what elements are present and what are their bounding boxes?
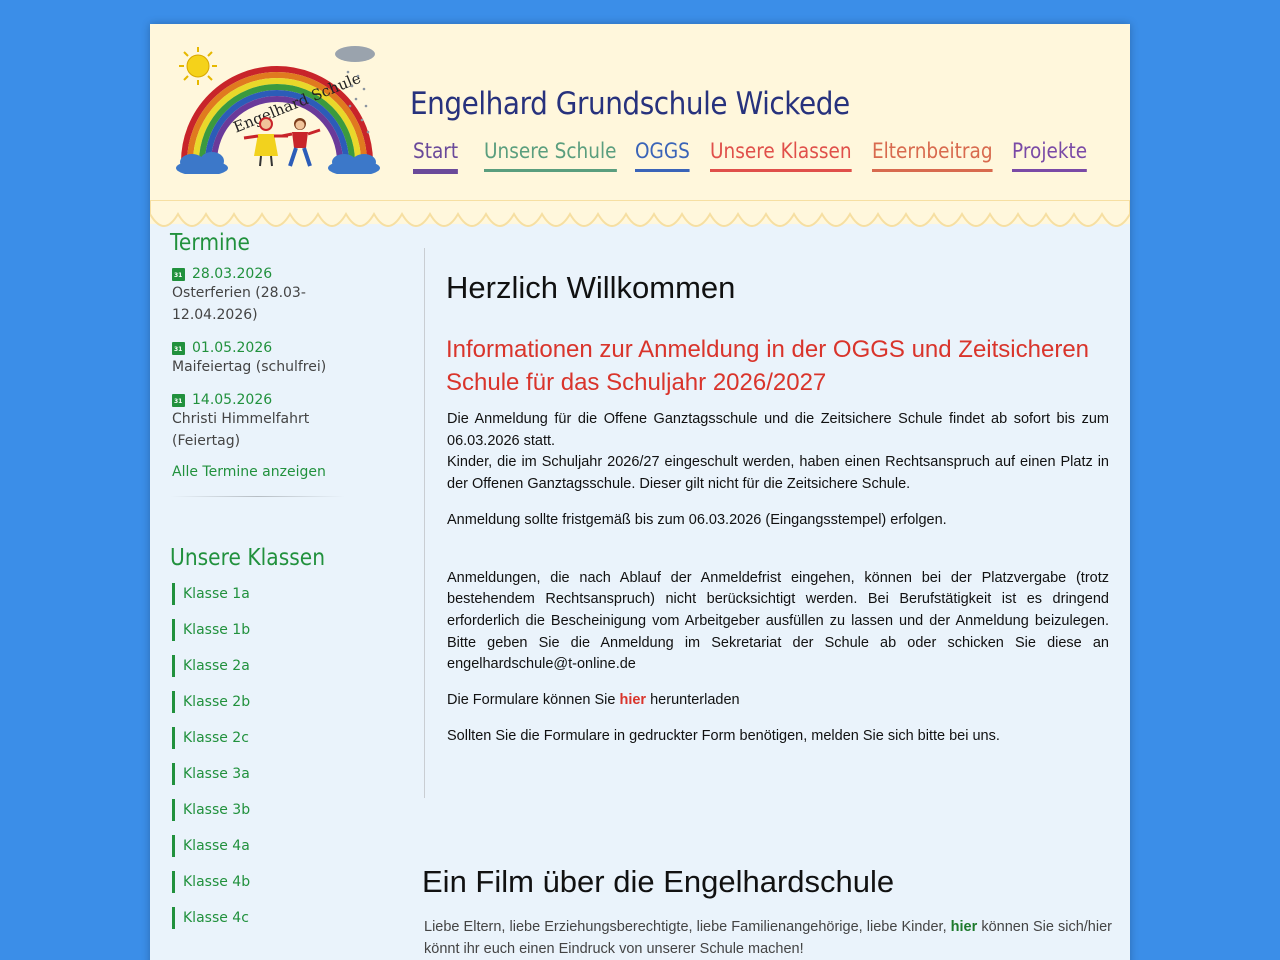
info-paragraph: Anmeldung sollte fristgemäß bis zum 06.0… xyxy=(447,511,947,528)
class-link-2a[interactable]: Klasse 2a xyxy=(172,655,350,677)
event-date: 28.03.2026 xyxy=(192,266,273,282)
info-text: Kinder, die im Schuljahr 2026/27 eingesc… xyxy=(447,454,1109,493)
all-events-link[interactable]: Alle Termine anzeigen xyxy=(172,464,350,480)
class-link-4b[interactable]: Klasse 4b xyxy=(172,871,350,893)
event-text: Maifeiertag (schulfrei) xyxy=(172,359,327,375)
class-link-2b[interactable]: Klasse 2b xyxy=(172,691,350,713)
calendar-icon xyxy=(172,267,185,281)
film-heading: Ein Film über die Engelhardschule xyxy=(422,864,895,899)
film-link[interactable]: hier xyxy=(951,919,978,935)
class-link-1a[interactable]: Klasse 1a xyxy=(172,583,350,605)
film-text: Liebe Eltern, liebe Erziehungsberechtigt… xyxy=(424,919,951,935)
class-link-2c[interactable]: Klasse 2c xyxy=(172,727,350,749)
info-paragraph: Die Anmeldung für die Offene Ganztagssch… xyxy=(447,409,1109,496)
class-link-3a[interactable]: Klasse 3a xyxy=(172,763,350,785)
nav-unsere-klassen[interactable]: Unsere Klassen xyxy=(710,139,852,172)
sun-icon xyxy=(179,47,217,85)
event-date: 01.05.2026 xyxy=(192,340,273,356)
site-title: Engelhard Grundschule Wickede xyxy=(410,86,850,122)
film-paragraph: Liebe Eltern, liebe Erziehungsberechtigt… xyxy=(424,917,1112,960)
termine-heading: Termine xyxy=(170,230,250,256)
school-logo[interactable]: Engelhard Schule xyxy=(172,44,382,174)
nav-oggs[interactable]: OGGS xyxy=(635,139,690,172)
nav-projekte[interactable]: Projekte xyxy=(1012,139,1088,172)
event-item: 28.03.2026 Osterferien (28.03-12.04.2026… xyxy=(172,266,350,326)
info-paragraph: Die Formulare können Sie hier herunterla… xyxy=(447,690,1109,712)
class-link-3b[interactable]: Klasse 3b xyxy=(172,799,350,821)
sidebar: Termine 28.03.2026 Osterferien (28.03-12… xyxy=(170,230,350,943)
event-date: 14.05.2026 xyxy=(192,392,273,408)
event-item: 01.05.2026 Maifeiertag (schulfrei) xyxy=(172,340,350,378)
film-section: Ein Film über die Engelhardschule Liebe … xyxy=(422,864,1112,960)
info-body: Die Anmeldung für die Offene Ganztagssch… xyxy=(447,409,1109,761)
site-header: Engelhard Schule Engelhard Grundschule W… xyxy=(150,24,1130,224)
nav-start[interactable]: Start xyxy=(413,139,459,174)
event-item: 14.05.2026 Christi Himmelfahrt (Feiertag… xyxy=(172,392,350,452)
info-text: herunterladen xyxy=(646,692,740,709)
info-text: Die Anmeldung für die Offene Ganztagssch… xyxy=(447,411,1109,449)
nav-elternbeitrag[interactable]: Elternbeitrag xyxy=(872,139,993,172)
welcome-heading: Herzlich Willkommen xyxy=(446,270,736,305)
class-link-1b[interactable]: Klasse 1b xyxy=(172,619,350,641)
nav-unsere-schule[interactable]: Unsere Schule xyxy=(484,139,617,172)
info-paragraph: Anmeldungen, die nach Ablauf der Anmelde… xyxy=(447,569,1109,673)
divider xyxy=(170,496,345,497)
klassen-heading: Unsere Klassen xyxy=(170,545,326,571)
info-heading: Informationen zur Anmeldung in der OGGS … xyxy=(446,336,1090,396)
calendar-icon xyxy=(172,341,185,355)
class-link-4a[interactable]: Klasse 4a xyxy=(172,835,350,857)
event-text: Christi Himmelfahrt (Feiertag) xyxy=(172,411,310,449)
cloud-icon xyxy=(176,152,380,174)
class-link-4c[interactable]: Klasse 4c xyxy=(172,907,350,929)
info-paragraph: Sollten Sie die Formulare in gedruckter … xyxy=(447,727,1000,744)
event-text: Osterferien (28.03-12.04.2026) xyxy=(172,285,306,323)
forms-download-link[interactable]: hier xyxy=(619,692,646,708)
calendar-icon xyxy=(172,393,185,407)
main-content: Herzlich Willkommen Informationen zur An… xyxy=(424,248,1114,798)
page-container: Engelhard Schule Engelhard Grundschule W… xyxy=(150,24,1130,960)
info-text: Die Formulare können Sie xyxy=(447,692,620,709)
